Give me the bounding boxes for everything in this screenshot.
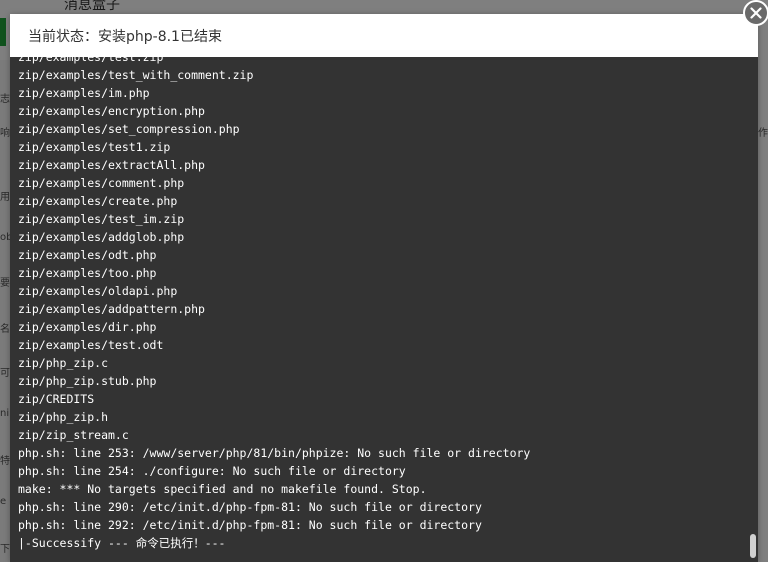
console-output[interactable]: zip/examples/test.zip zip/examples/test_w… [10, 57, 758, 562]
console-line: zip/examples/create.php [18, 194, 178, 208]
console-line: zip/examples/test_im.zip [18, 212, 185, 226]
console-line: php.sh: line 292: /etc/init.d/php-fpm-81… [18, 518, 482, 532]
console-line: zip/php_zip.stub.php [18, 374, 157, 388]
console-line: zip/examples/test1.zip [18, 140, 171, 154]
dialog-title: 当前状态：安装php-8.1已结束 [28, 28, 222, 45]
close-button[interactable] [743, 0, 768, 26]
install-status-dialog: 当前状态：安装php-8.1已结束 zip/examples/test.zip z… [10, 14, 758, 562]
console-line: php.sh: line 290: /etc/init.d/php-fpm-81… [18, 500, 482, 514]
scrollbar-thumb[interactable] [750, 534, 756, 558]
console-line: zip/examples/im.php [18, 86, 150, 100]
console-line: zip/php_zip.h [18, 410, 109, 424]
console-line: zip/examples/test.zip [18, 57, 164, 64]
console-line: zip/examples/addglob.php [18, 230, 185, 244]
console-line: zip/examples/addpattern.php [18, 302, 205, 316]
console-line: zip/examples/test.odt [18, 338, 164, 352]
console-line: zip/examples/test_with_comment.zip [18, 68, 254, 82]
console-line: zip/examples/oldapi.php [18, 284, 178, 298]
console-line: zip/examples/too.php [18, 266, 157, 280]
console-line: zip/CREDITS [18, 392, 95, 406]
console-line: make: *** No targets specified and no ma… [18, 482, 427, 496]
console-line: zip/examples/dir.php [18, 320, 157, 334]
console-line: |-Successify --- 命令已执行！--- [18, 536, 226, 550]
console-line: zip/examples/odt.php [18, 248, 157, 262]
console-scrollbar[interactable] [748, 57, 758, 562]
console-lines: zip/examples/test.zip zip/examples/test_w… [18, 57, 530, 552]
console-line: php.sh: line 254: ./configure: No such f… [18, 464, 406, 478]
console-line: php.sh: line 253: /www/server/php/81/bin… [18, 446, 531, 460]
console-line: zip/examples/comment.php [18, 176, 185, 190]
console-line: zip/examples/encryption.php [18, 104, 205, 118]
console-line: zip/examples/extractAll.php [18, 158, 205, 172]
console-line: zip/examples/set_compression.php [18, 122, 240, 136]
console-line: zip/php_zip.c [18, 356, 109, 370]
close-icon [750, 7, 762, 19]
console-line: zip/zip_stream.c [18, 428, 129, 442]
